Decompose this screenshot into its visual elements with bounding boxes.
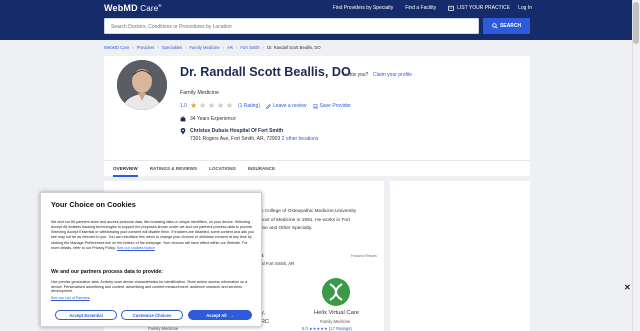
breadcrumb: WebMD Care › Providers › Specialties › Fami… [104, 45, 321, 50]
rating-value: 1.0 [180, 103, 187, 109]
arrow-right-icon: → [229, 312, 234, 318]
location-pin-icon [180, 128, 186, 135]
pencil-icon [265, 103, 271, 109]
find-facility-link[interactable]: Find a Facility [405, 5, 436, 11]
star-icon: ★ [225, 101, 234, 110]
helix-specialty: Family Medicine [320, 319, 351, 324]
close-icon[interactable]: ✕ [624, 283, 631, 292]
helix-logo[interactable] [322, 278, 350, 306]
star-icon: ★ [216, 101, 225, 110]
is-this-you-text: Is this you? [343, 72, 369, 78]
customize-choices-button[interactable]: Customize Choices [121, 310, 183, 320]
tab-locations[interactable]: LOCATIONS [209, 161, 236, 177]
about-text: go College of Osteopathic Medicine,Unive… [258, 209, 357, 232]
leave-review-button[interactable]: Leave a review [265, 103, 307, 109]
doctor-avatar [117, 60, 167, 110]
bookmark-icon [313, 103, 317, 109]
helix-provider-name[interactable]: Helix Virtual Care [314, 310, 359, 316]
affiliation-text: ical Fort Smith, AR [258, 261, 295, 266]
tab-ratings-reviews[interactable]: RATINGS & REVIEWS [150, 161, 197, 177]
doctor-specialty: Family Medicine [180, 90, 219, 96]
save-provider-button[interactable]: Save Provider [313, 103, 351, 109]
cookie-consent-dialog: Your Choice on Cookies We and our 66 par… [40, 192, 262, 327]
find-providers-link[interactable]: Find Providers by Specialty [333, 5, 394, 11]
rating-stars: ★ ★ ★ ★ ★ [190, 102, 234, 110]
page-scrollbar[interactable] [632, 0, 640, 331]
tab-insurance[interactable]: INSURANCE [248, 161, 275, 177]
other-locations-link[interactable]: 2 other locations [282, 136, 319, 142]
accept-all-button[interactable]: Accept All → [188, 310, 252, 320]
breadcrumb-current: Dr. Randall Scott Beallis, DO [267, 45, 321, 50]
featured-results-label: Featured Results [351, 254, 377, 258]
breadcrumb-item[interactable]: WebMD Care [104, 45, 129, 50]
breadcrumb-item[interactable]: AR [227, 45, 233, 50]
cookie-dialog-title: Your Choice on Cookies [51, 200, 136, 209]
tab-overview[interactable]: OVERVIEW [113, 161, 138, 177]
breadcrumb-item[interactable]: Specialties [162, 45, 182, 50]
cookie-purposes-text: Use precise geolocation data. Actively s… [51, 280, 248, 294]
rating-row: 1.0 ★ ★ ★ ★ ★ (1 Rating) Leave a review … [180, 102, 351, 110]
location-row: Christus Dubuis Hospital Of Fort Smith 7… [180, 128, 318, 142]
star-icon: ★ [189, 101, 198, 110]
experience-row: 34 Years Experience [180, 116, 236, 122]
side-panel [390, 181, 530, 331]
hospital-address: 7301 Rogers Ave, Fort Smith, AR, 72903 [190, 136, 281, 142]
breadcrumb-item[interactable]: Fort Smith [240, 45, 259, 50]
briefcase-icon [180, 116, 186, 122]
star-icon: ★ [207, 101, 216, 110]
cookie-notice-link[interactable]: See our cookies Notice [117, 246, 155, 250]
search-icon [492, 23, 498, 29]
accept-essential-button[interactable]: Accept Essential [55, 310, 117, 320]
login-link[interactable]: Log In [518, 5, 532, 11]
profile-tabs: OVERVIEW RATINGS & REVIEWS LOCATIONS INS… [104, 160, 530, 177]
rating-count-link[interactable]: (1 Rating) [238, 103, 260, 109]
practice-icon [448, 5, 454, 11]
partners-list-link[interactable]: See our List of Partners [51, 296, 90, 300]
webmd-care-logo[interactable]: WebMD Care® [104, 3, 162, 13]
star-icon: ★ [198, 101, 207, 110]
search-input[interactable]: Search Doctors, Conditions or Procedures… [104, 18, 479, 34]
list-practice-link[interactable]: LIST YOUR PRACTICE [448, 5, 510, 11]
claim-profile-link[interactable]: Claim your profile [373, 72, 412, 78]
result-name-partial: RC [261, 319, 270, 325]
breadcrumb-item[interactable]: Providers [137, 45, 155, 50]
doctor-name: Dr. Randall Scott Beallis, DO [180, 65, 351, 79]
cookie-subtitle: We and our partners process data to prov… [51, 269, 164, 275]
helix-rating: 5.0 ★★★★★ (17 Ratings) [302, 326, 352, 331]
hospital-name[interactable]: Christus Dubuis Hospital Of Fort Smith [190, 128, 318, 134]
breadcrumb-item[interactable]: Family Medicine [189, 45, 219, 50]
search-button[interactable]: SEARCH [483, 18, 530, 34]
scrollbar-thumb[interactable] [633, 2, 639, 44]
cookie-body-text: We and our 66 partners store and access … [51, 220, 254, 250]
header-nav: Find Providers by Specialty Find a Facil… [333, 5, 510, 11]
top-header: WebMD Care® Find Providers by Specialty … [0, 0, 640, 40]
